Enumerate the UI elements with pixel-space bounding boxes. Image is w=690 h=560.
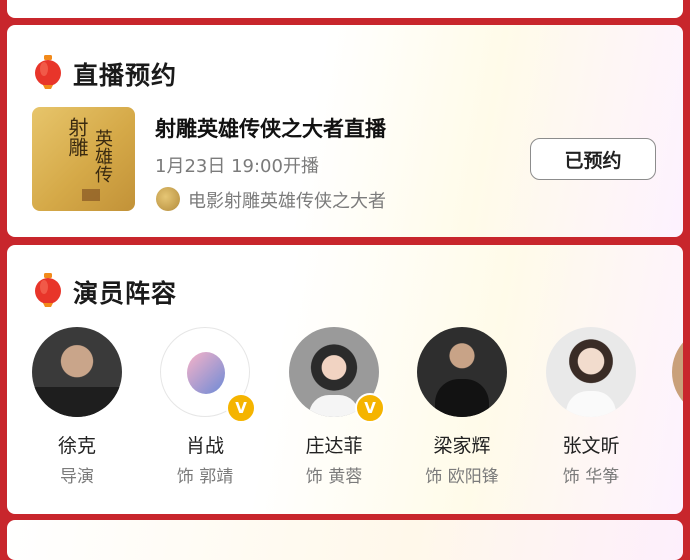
cast-role: 饰 华筝 [562, 467, 620, 487]
cast-role [662, 462, 683, 482]
cast-name: 田 [662, 431, 683, 458]
next-card [7, 520, 683, 560]
event-poster[interactable]: 射雕 英雄传 [32, 107, 135, 211]
reserved-button[interactable]: 已预约 [530, 138, 656, 180]
avatar [672, 327, 683, 417]
cast-name: 张文昕 [562, 435, 620, 457]
cast-role: 饰 郭靖 [176, 467, 234, 487]
cast-role: 导演 [60, 467, 94, 487]
cast-name: 梁家辉 [433, 435, 491, 457]
source-avatar-icon [156, 187, 180, 211]
verified-badge-icon: V [355, 393, 385, 423]
previous-card [7, 0, 683, 18]
poster-calligraphy: 射雕 [65, 117, 89, 157]
event-source[interactable]: 电影射雕英雄传侠之大者 [188, 187, 386, 213]
verified-badge-icon: V [226, 393, 256, 423]
avatar [417, 327, 507, 417]
cast-name: 徐克 [57, 435, 96, 457]
avatar [546, 327, 636, 417]
cast-name: 肖战 [185, 435, 224, 457]
avatar [32, 327, 122, 417]
section-title-cast: 演员阵容 [73, 279, 178, 308]
poster-seal [82, 189, 100, 201]
cast-name: 庄达菲 [305, 435, 363, 457]
event-time: 1月23日 19:00开播 [155, 156, 319, 177]
cast-card: 演员阵容 徐克 导演 V 肖战 饰 郭靖 V 庄达菲 饰 黄蓉 梁家辉 饰 欧阳… [7, 245, 683, 514]
live-reservation-card: 直播预约 射雕 英雄传 射雕英雄传侠之大者直播 1月23日 19:00开播 电影… [7, 25, 683, 237]
cast-role: 饰 欧阳锋 [425, 467, 499, 487]
lantern-icon [35, 55, 61, 89]
section-title-live: 直播预约 [73, 61, 178, 90]
event-title[interactable]: 射雕英雄传侠之大者直播 [155, 113, 386, 143]
poster-calligraphy-2: 英雄传 [92, 129, 113, 183]
cast-role: 饰 黄蓉 [305, 467, 363, 487]
lantern-icon [35, 273, 61, 307]
